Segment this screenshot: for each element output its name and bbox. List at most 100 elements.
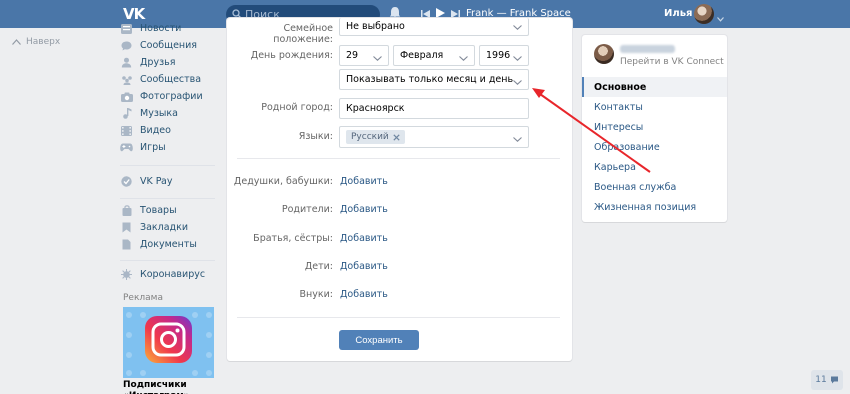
menu-item-vkpay[interactable]: VK Pay (120, 173, 173, 190)
menu-item-music[interactable]: Музыка (120, 105, 178, 122)
hometown-label: Родной город: (261, 102, 333, 113)
family-status-select[interactable]: Не выбрано (339, 18, 529, 36)
profile-avatar[interactable] (594, 44, 614, 64)
vk-connect-link[interactable]: Перейти в VK Connect (620, 57, 724, 67)
add-grandparents-link[interactable]: Добавить (340, 176, 388, 187)
menu-item-goods[interactable]: Товары (120, 202, 177, 219)
header-avatar[interactable] (694, 4, 714, 24)
ad-caption[interactable]: Подписчики «Инстаграм» (123, 380, 190, 394)
ad-image[interactable] (123, 307, 214, 378)
birthday-year-value: 1996 (486, 50, 511, 61)
languages-label: Языки: (298, 131, 333, 142)
save-button[interactable]: Сохранить (339, 330, 419, 350)
chevron-down-icon (459, 53, 468, 64)
add-grandchildren-link[interactable]: Добавить (340, 289, 388, 300)
birthday-year-select[interactable]: 1996 (479, 45, 529, 66)
document-icon (120, 239, 133, 250)
menu-item-label: Новости (140, 23, 182, 34)
birthday-day-value: 29 (346, 50, 359, 61)
hometown-value: Красноярск (346, 103, 405, 114)
nav-item-main[interactable]: Основное (582, 77, 727, 97)
nav-item-life-position[interactable]: Жизненная позиция (582, 197, 727, 217)
nav-item-military[interactable]: Военная служба (582, 177, 727, 197)
add-children-link[interactable]: Добавить (340, 261, 388, 272)
video-icon (120, 125, 133, 136)
menu-divider (120, 198, 215, 199)
menu-item-communities[interactable]: Сообщества (120, 71, 201, 88)
chevron-down-icon (513, 53, 522, 64)
chevron-down-icon (513, 134, 522, 145)
birthday-month-value: Февраля (400, 50, 444, 61)
grandchildren-label: Внуки: (299, 289, 333, 300)
menu-item-label: Закладки (140, 222, 189, 233)
friends-icon (120, 57, 133, 68)
messages-counter[interactable]: 11 (811, 370, 843, 390)
language-tag: Русский (346, 130, 405, 144)
camera-icon (120, 91, 133, 102)
music-note-icon (120, 108, 133, 119)
bookmark-icon (120, 222, 133, 233)
ad-label: Реклама (123, 293, 163, 303)
menu-item-label: Товары (140, 205, 177, 216)
menu-item-label: Коронавирус (140, 269, 206, 280)
menu-item-photos[interactable]: Фотографии (120, 88, 203, 105)
birthday-visibility-select[interactable]: Показывать только месяц и день (339, 69, 529, 90)
menu-divider (120, 260, 215, 261)
menu-item-label: Сообщения (140, 40, 198, 51)
languages-select[interactable]: Русский (339, 126, 529, 148)
menu-item-coronavirus[interactable]: Коронавирус (120, 266, 205, 283)
siblings-label: Братья, сёстры: (253, 233, 333, 244)
virus-icon (120, 269, 133, 280)
birthday-day-select[interactable]: 29 (339, 45, 389, 66)
hometown-input[interactable]: Красноярск (339, 98, 529, 119)
section-divider (237, 317, 560, 318)
menu-item-label: Документы (140, 239, 197, 250)
nav-item-interests[interactable]: Интересы (582, 117, 727, 137)
grandparents-label: Дедушки, бабушки: (233, 176, 333, 187)
parents-label: Родители: (281, 204, 333, 215)
chevron-down-icon (373, 53, 382, 64)
menu-item-label: Фотографии (140, 91, 203, 102)
menu-item-label: Музыка (140, 108, 178, 119)
messages-count: 11 (815, 375, 827, 385)
nav-item-education[interactable]: Образование (582, 137, 727, 157)
communities-icon (120, 74, 133, 85)
add-parents-link[interactable]: Добавить (340, 204, 388, 215)
birthday-month-select[interactable]: Февраля (393, 45, 475, 66)
menu-item-label: Друзья (140, 57, 176, 68)
remove-tag-icon[interactable] (393, 133, 400, 141)
chevron-down-icon (513, 77, 522, 88)
gamepad-icon (120, 142, 133, 153)
profile-name-blurred[interactable] (620, 45, 675, 53)
menu-item-games[interactable]: Игры (120, 139, 166, 156)
section-divider (237, 158, 560, 159)
chat-bubble-icon (830, 376, 838, 384)
menu-item-label: Видео (140, 125, 171, 136)
menu-item-video[interactable]: Видео (120, 122, 171, 139)
menu-item-messages[interactable]: Сообщения (120, 37, 197, 54)
menu-item-bookmarks[interactable]: Закладки (120, 219, 188, 236)
nav-item-career[interactable]: Карьера (582, 157, 727, 177)
add-siblings-link[interactable]: Добавить (340, 233, 388, 244)
settings-navigation: Перейти в VK Connect Основное Контакты И… (582, 35, 727, 222)
vk-logo[interactable]: VK (123, 5, 145, 23)
children-label: Дети: (304, 261, 333, 272)
menu-item-news[interactable]: Новости (120, 20, 181, 37)
menu-item-label: Игры (140, 142, 166, 153)
shopping-bag-icon (120, 205, 133, 216)
chevron-down-icon[interactable] (717, 11, 724, 25)
back-to-top-label: Наверх (26, 37, 61, 47)
messages-icon (120, 40, 133, 51)
menu-item-label: Сообщества (140, 74, 202, 85)
menu-item-label: VK Pay (140, 176, 173, 187)
menu-item-documents[interactable]: Документы (120, 236, 197, 253)
nav-item-contacts[interactable]: Контакты (582, 97, 727, 117)
header-user-name[interactable]: Илья (664, 8, 692, 19)
chevron-up-icon (12, 39, 21, 45)
menu-item-friends[interactable]: Друзья (120, 54, 175, 71)
birthday-visibility-value: Показывать только месяц и день (346, 74, 514, 85)
newspaper-icon (120, 23, 133, 34)
back-to-top[interactable]: Наверх (12, 37, 60, 47)
language-tag-label: Русский (351, 132, 389, 142)
family-status-label: Семейное положение: (273, 23, 333, 45)
